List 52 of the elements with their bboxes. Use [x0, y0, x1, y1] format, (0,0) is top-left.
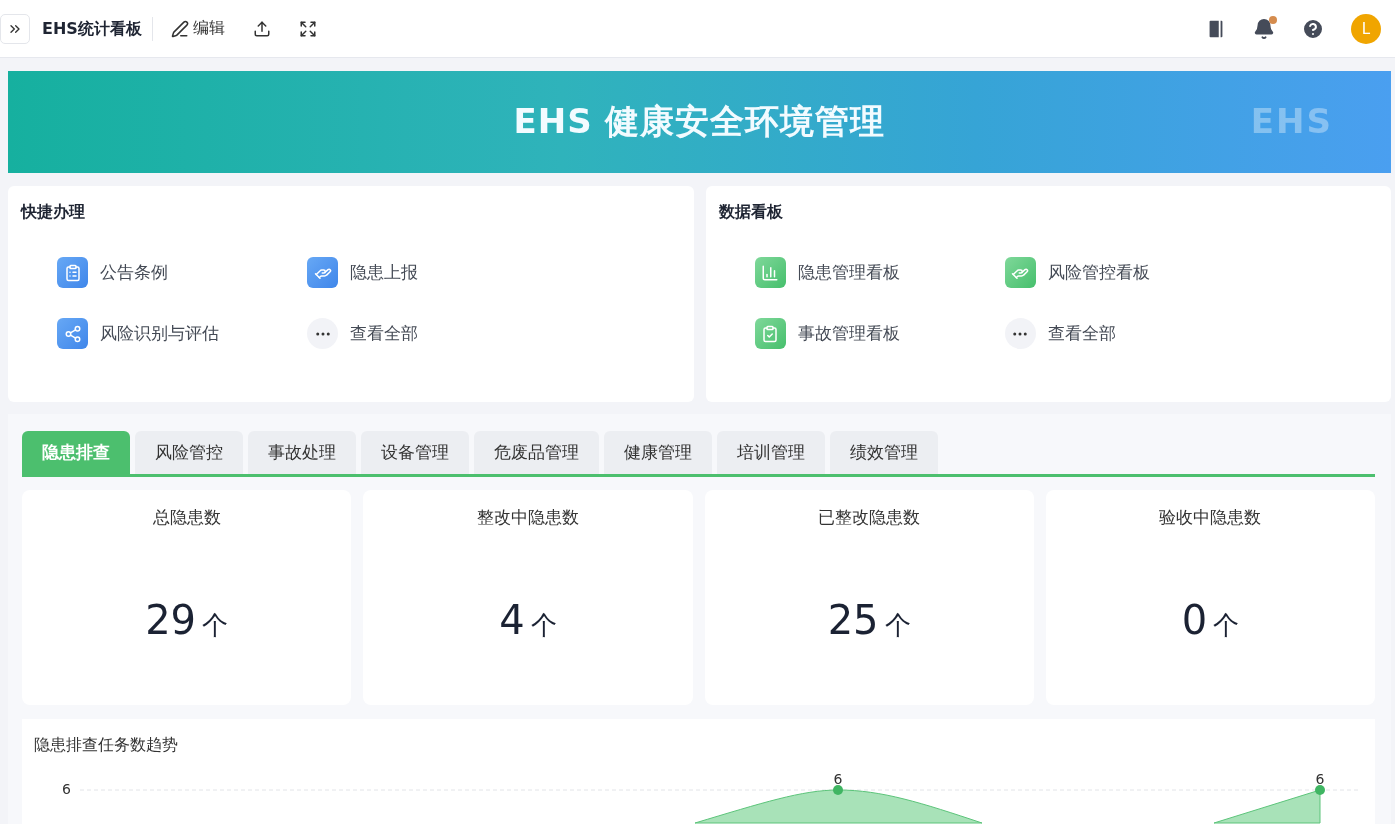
share-icon [57, 318, 88, 349]
data-point [1315, 785, 1325, 795]
stat-value: 25 [827, 597, 879, 643]
pencil-icon [170, 19, 189, 38]
stat-label: 验收中隐患数 [1159, 506, 1262, 529]
shortcut-link[interactable]: 风险管控看板 [1004, 257, 1255, 288]
data-point [833, 785, 843, 795]
bar-chart-icon [754, 257, 786, 288]
hand-icon [307, 257, 338, 288]
stat-value: 4 [499, 597, 525, 643]
stat-value: 29 [145, 597, 197, 643]
page-title: EHS统计看板 [42, 16, 153, 41]
clipboard-check-icon [754, 318, 786, 349]
stat-unit: 个 [1213, 609, 1240, 642]
panel-title: 快捷办理 [21, 202, 86, 223]
shortcut-link[interactable]: 风险识别与评估 [57, 318, 307, 349]
shortcut-link[interactable]: 公告条例 [57, 257, 307, 288]
edit-button[interactable]: 编辑 [168, 16, 227, 41]
stat-label: 整改中隐患数 [476, 506, 579, 529]
stat-unit: 个 [202, 609, 229, 642]
hand-icon [1004, 257, 1036, 288]
chart-title: 隐患排查任务数趋势 [34, 735, 178, 754]
view-all-link[interactable]: 查看全部 [1004, 318, 1255, 349]
stat-value: 0 [1181, 597, 1208, 643]
upload-icon [252, 19, 271, 38]
shortcut-link[interactable]: 隐患管理看板 [754, 257, 1005, 288]
data-label: 6 [1315, 771, 1325, 787]
clipboard-icon [57, 257, 88, 288]
stat-unit: 个 [530, 609, 557, 642]
tab[interactable]: 设备管理 [361, 431, 469, 474]
tab[interactable]: 风险管控 [135, 431, 243, 474]
stat-label: 已整改隐患数 [818, 506, 921, 529]
shortcut-link[interactable]: 隐患上报 [307, 257, 557, 288]
tab[interactable]: 危废品管理 [474, 431, 599, 474]
tab[interactable]: 健康管理 [604, 431, 712, 474]
tab[interactable]: 绩效管理 [830, 431, 938, 474]
tab[interactable]: 培训管理 [717, 431, 825, 474]
stat-unit: 个 [884, 609, 911, 642]
shortcut-link[interactable]: 事故管理看板 [754, 318, 1005, 349]
notification-icon[interactable] [1253, 17, 1275, 40]
y-axis-label: 6 [62, 781, 71, 797]
tab[interactable]: 事故处理 [248, 431, 356, 474]
stat-label: 总隐患数 [152, 506, 221, 529]
banner-watermark: EHS [1250, 101, 1333, 141]
panel-title: 数据看板 [718, 202, 784, 223]
more-icon [307, 318, 338, 349]
more-icon [1004, 318, 1036, 349]
data-label: 6 [833, 771, 843, 787]
view-all-link[interactable]: 查看全部 [307, 318, 557, 349]
expand-sidebar-button[interactable] [0, 13, 30, 44]
expand-icon [298, 19, 317, 38]
banner-title: EHS 健康安全环境管理 [513, 100, 886, 143]
